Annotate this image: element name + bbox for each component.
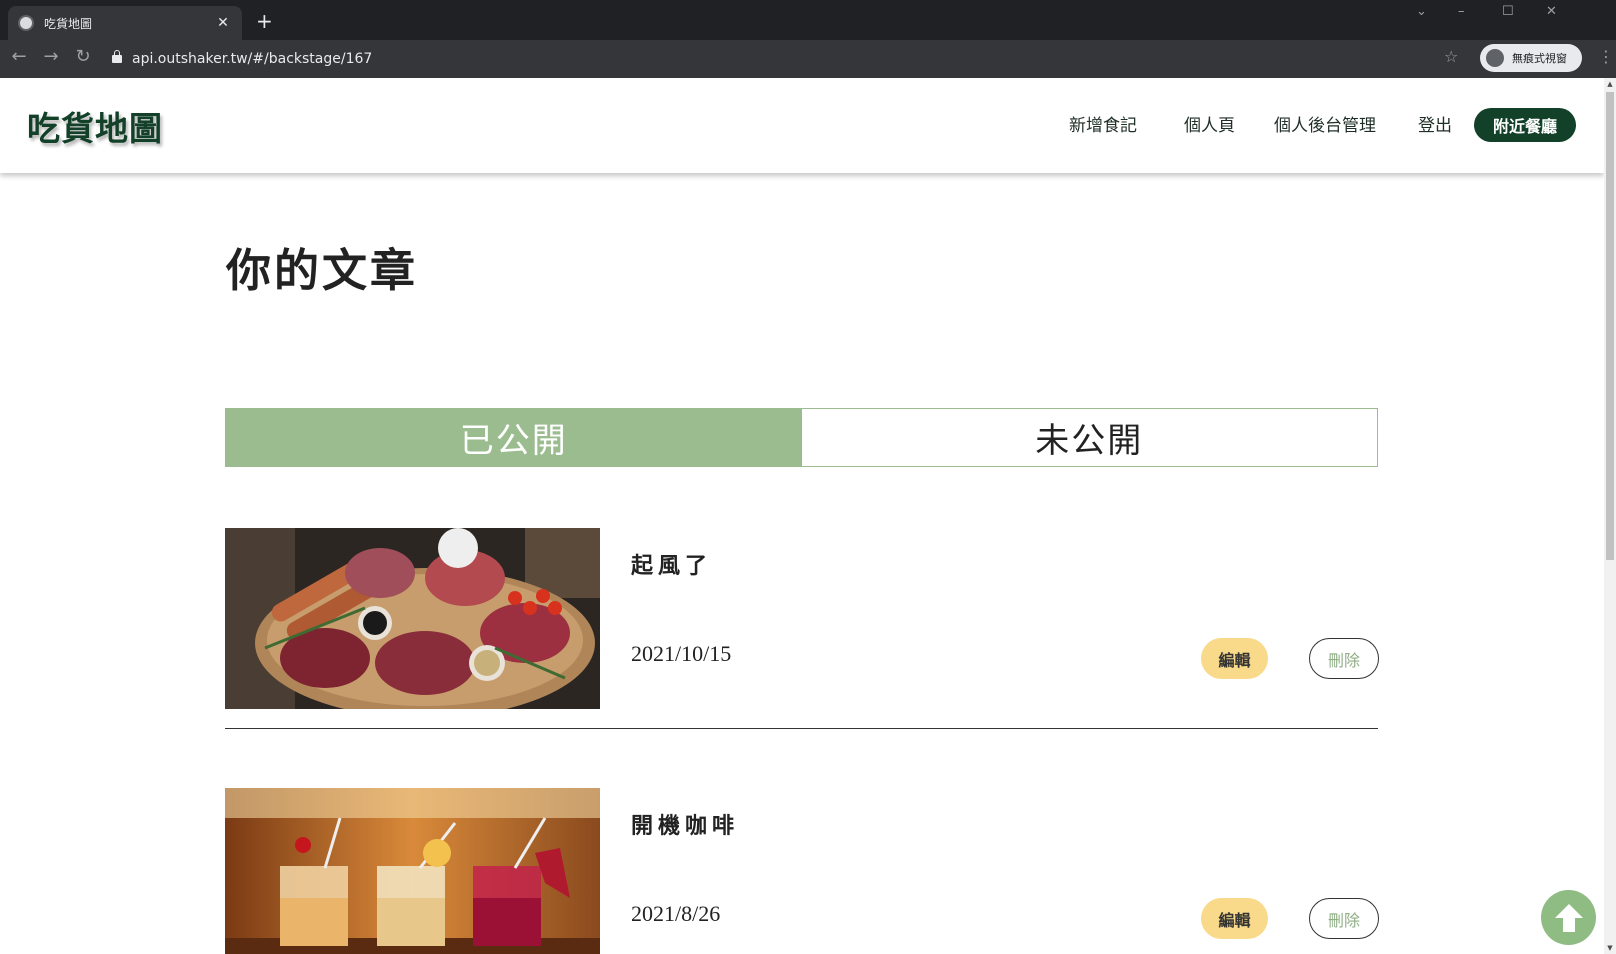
new-tab-button[interactable]: +: [256, 10, 273, 32]
forward-icon[interactable]: →: [38, 46, 64, 67]
arrow-up-icon: [1554, 903, 1583, 932]
nav-add-note[interactable]: 新增食記: [1069, 111, 1137, 136]
page-scrollbar[interactable]: ▲ ▼: [1604, 78, 1616, 954]
lock-icon: [112, 50, 122, 63]
incognito-icon: [1486, 49, 1504, 67]
favicon-icon: [18, 15, 34, 31]
nav-profile[interactable]: 個人頁: [1184, 111, 1235, 136]
scroll-down-icon[interactable]: ▼: [1606, 944, 1614, 952]
reload-icon[interactable]: ↻: [70, 46, 96, 67]
article-title[interactable]: 開機咖啡: [631, 808, 739, 840]
article-date: 2021/8/26: [631, 901, 721, 926]
tab-unpublished[interactable]: 未公開: [801, 409, 1377, 466]
page-title: 你的文章: [226, 244, 419, 297]
scrollbar-thumb[interactable]: [1606, 92, 1614, 560]
browser-tab-title: 吃貨地圖: [44, 16, 93, 31]
browser-toolbar: ← → ↻ api.outshaker.tw/#/backstage/167 ☆…: [0, 40, 1616, 78]
back-icon[interactable]: ←: [6, 46, 32, 67]
scroll-up-icon[interactable]: ▲: [1606, 80, 1614, 88]
article-thumbnail-meat[interactable]: [225, 528, 600, 709]
tab-published[interactable]: 已公開: [226, 409, 802, 466]
article-date: 2021/10/15: [631, 641, 732, 666]
browser-tab[interactable]: 吃貨地圖 ✕: [8, 6, 242, 40]
minimize-icon[interactable]: –: [1458, 4, 1465, 19]
site-header: 吃貨地圖 新增食記 個人頁 個人後台管理 登出 附近餐廳: [0, 78, 1604, 173]
close-tab-icon[interactable]: ✕: [214, 15, 232, 31]
delete-button[interactable]: 刪除: [1309, 638, 1379, 679]
site-logo[interactable]: 吃貨地圖: [27, 102, 163, 150]
bookmark-star-icon[interactable]: ☆: [1444, 47, 1458, 66]
address-bar[interactable]: api.outshaker.tw/#/backstage/167: [108, 45, 1424, 73]
tab-search-icon[interactable]: ⌄: [1416, 4, 1427, 19]
delete-button[interactable]: 刪除: [1309, 898, 1379, 939]
publish-tabs: 已公開 未公開: [225, 408, 1378, 467]
nearby-restaurants-button[interactable]: 附近餐廳: [1474, 108, 1576, 142]
browser-menu-icon[interactable]: ⋮: [1598, 47, 1614, 66]
incognito-badge[interactable]: 無痕式視窗: [1480, 44, 1582, 72]
back-to-top-button[interactable]: [1541, 890, 1596, 945]
edit-button[interactable]: 編輯: [1201, 638, 1268, 679]
nav-backstage[interactable]: 個人後台管理: [1274, 111, 1376, 136]
url-text[interactable]: api.outshaker.tw/#/backstage/167: [132, 51, 372, 67]
maximize-icon[interactable]: ☐: [1502, 4, 1514, 19]
page-viewport: 吃貨地圖 新增食記 個人頁 個人後台管理 登出 附近餐廳 你的文章 已公開 未公…: [0, 78, 1604, 954]
incognito-label: 無痕式視窗: [1512, 52, 1567, 65]
close-window-icon[interactable]: ✕: [1546, 4, 1557, 19]
article-divider: [225, 728, 1378, 729]
browser-tabstrip: 吃貨地圖 ✕ + ⌄ – ☐ ✕: [0, 0, 1616, 40]
article-thumbnail-drinks[interactable]: [225, 788, 600, 954]
article-title[interactable]: 起風了: [631, 548, 712, 580]
edit-button[interactable]: 編輯: [1201, 898, 1268, 939]
nav-logout[interactable]: 登出: [1418, 111, 1452, 136]
